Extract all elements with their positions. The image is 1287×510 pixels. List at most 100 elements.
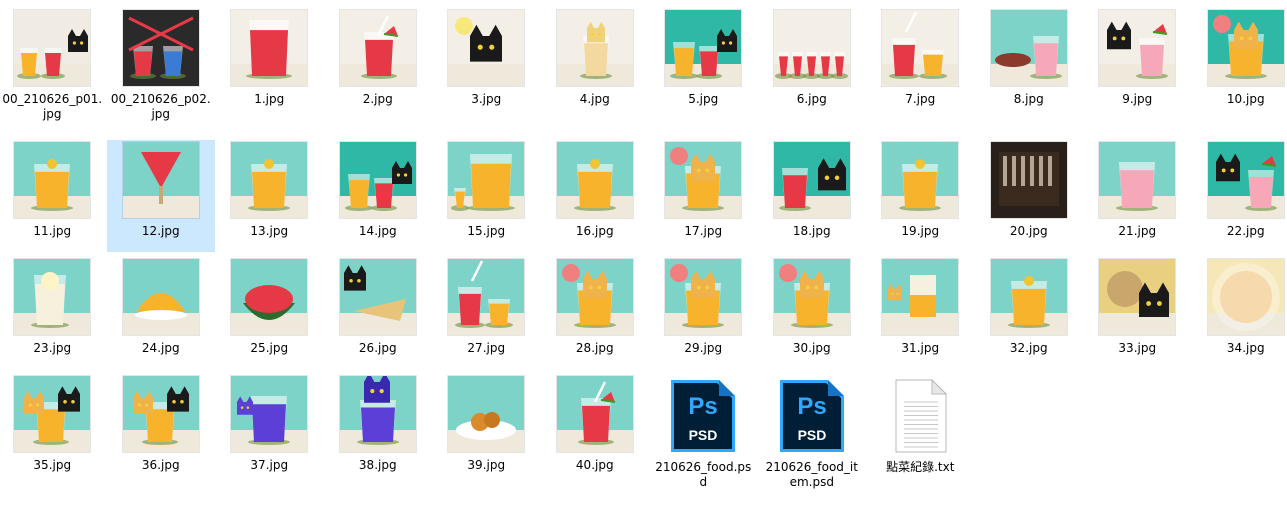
file-item[interactable]: 10.jpg [1192, 8, 1287, 120]
file-item[interactable]: 40.jpg [541, 374, 650, 486]
file-thumbnail [882, 259, 959, 335]
file-thumbnail [14, 10, 91, 86]
file-name: 1.jpg [254, 92, 285, 106]
file-thumbnail [14, 142, 91, 218]
file-item[interactable]: 27.jpg [432, 257, 541, 369]
file-item[interactable]: 20.jpg [975, 140, 1084, 252]
file-item[interactable]: 7.jpg [866, 8, 975, 120]
file-name: 2.jpg [362, 92, 393, 106]
file-item[interactable]: 15.jpg [432, 140, 541, 252]
file-thumbnail [665, 10, 742, 86]
file-name: 29.jpg [684, 341, 723, 355]
file-item[interactable]: 34.jpg [1192, 257, 1287, 369]
file-item[interactable]: 25.jpg [215, 257, 324, 369]
file-item[interactable]: 5.jpg [649, 8, 758, 120]
file-thumbnail [231, 10, 308, 86]
file-name: 35.jpg [33, 458, 72, 472]
file-item[interactable]: 4.jpg [541, 8, 650, 120]
svg-text:PSD: PSD [689, 427, 718, 443]
file-item[interactable]: 28.jpg [541, 257, 650, 369]
file-item[interactable]: 32.jpg [975, 257, 1084, 369]
file-name: 37.jpg [250, 458, 289, 472]
file-item[interactable]: 26.jpg [324, 257, 433, 369]
file-name: 26.jpg [358, 341, 397, 355]
file-thumbnail [122, 376, 199, 452]
file-thumbnail [1207, 142, 1284, 218]
file-thumbnail [556, 142, 633, 218]
file-item[interactable]: 29.jpg [649, 257, 758, 369]
file-thumbnail [1099, 10, 1176, 86]
file-item[interactable]: 13.jpg [215, 140, 324, 252]
svg-text:PSD: PSD [797, 427, 826, 443]
file-thumbnail [448, 259, 525, 335]
file-item[interactable]: 9.jpg [1083, 8, 1192, 120]
file-item[interactable]: 00_210626_p01. jpg [0, 8, 107, 121]
file-thumbnail [339, 10, 416, 86]
file-item[interactable]: 18.jpg [758, 140, 867, 252]
file-name: 7.jpg [905, 92, 936, 106]
photoshop-file-icon: Ps PSD [779, 380, 844, 452]
file-thumbnail [882, 142, 959, 218]
file-thumbnail [122, 259, 199, 335]
file-name: 點菜紀錄.txt [886, 460, 955, 474]
file-item[interactable]: 12.jpg [106, 140, 215, 252]
file-item[interactable]: 31.jpg [866, 257, 975, 369]
file-name: 9.jpg [1122, 92, 1153, 106]
file-item[interactable]: 11.jpg [0, 140, 107, 252]
file-thumbnail [122, 142, 199, 218]
file-item[interactable]: 14.jpg [324, 140, 433, 252]
file-item[interactable]: 39.jpg [432, 374, 541, 486]
file-thumbnail [1207, 10, 1284, 86]
file-thumbnail [1099, 259, 1176, 335]
file-name: 36.jpg [141, 458, 180, 472]
file-thumbnail [231, 259, 308, 335]
file-thumbnail [990, 142, 1067, 218]
file-item[interactable]: 38.jpg [324, 374, 433, 486]
file-name: 5.jpg [688, 92, 719, 106]
file-item[interactable]: 00_210626_p02. jpg [107, 8, 216, 121]
file-item[interactable]: 36.jpg [107, 374, 216, 486]
file-item[interactable]: 37.jpg [215, 374, 324, 486]
file-name: 210626_food.ps d [655, 460, 752, 489]
file-name: 6.jpg [796, 92, 827, 106]
file-item[interactable]: 33.jpg [1083, 257, 1192, 369]
file-name: 28.jpg [575, 341, 614, 355]
file-name: 19.jpg [901, 224, 940, 238]
file-item[interactable]: 2.jpg [324, 8, 433, 120]
file-name: 31.jpg [901, 341, 940, 355]
file-name: 10.jpg [1226, 92, 1265, 106]
file-item[interactable]: 3.jpg [432, 8, 541, 120]
file-name: 00_210626_p01. jpg [2, 92, 103, 121]
file-name: 12.jpg [141, 224, 180, 238]
file-thumbnail [448, 10, 525, 86]
file-name: 11.jpg [33, 224, 72, 238]
file-thumbnail [339, 259, 416, 335]
file-thumbnail [448, 142, 525, 218]
file-name: 3.jpg [471, 92, 502, 106]
file-thumbnail [339, 376, 416, 452]
file-item[interactable]: 24.jpg [107, 257, 216, 369]
file-item[interactable]: 21.jpg [1083, 140, 1192, 252]
file-thumbnail [990, 259, 1067, 335]
file-item[interactable]: 1.jpg [215, 8, 324, 120]
file-thumbnail [556, 259, 633, 335]
svg-text:Ps: Ps [797, 393, 826, 420]
file-item[interactable]: Ps PSD 210626_food_it em.psd [758, 374, 867, 489]
file-item[interactable]: 22.jpg [1192, 140, 1287, 252]
file-name: 25.jpg [250, 341, 289, 355]
file-thumbnail [14, 376, 91, 452]
file-thumbnail [773, 142, 850, 218]
file-item[interactable]: 點菜紀錄.txt [866, 374, 975, 486]
file-item[interactable]: 30.jpg [758, 257, 867, 369]
file-name: 16.jpg [575, 224, 614, 238]
file-item[interactable]: 16.jpg [541, 140, 650, 252]
file-item[interactable]: 8.jpg [975, 8, 1084, 120]
svg-text:Ps: Ps [689, 393, 718, 420]
file-name: 210626_food_it em.psd [765, 460, 858, 489]
file-item[interactable]: 17.jpg [649, 140, 758, 252]
file-item[interactable]: 19.jpg [866, 140, 975, 252]
file-item[interactable]: Ps PSD 210626_food.ps d [649, 374, 758, 489]
file-item[interactable]: 23.jpg [0, 257, 107, 369]
file-item[interactable]: 35.jpg [0, 374, 107, 486]
file-item[interactable]: 6.jpg [758, 8, 867, 120]
